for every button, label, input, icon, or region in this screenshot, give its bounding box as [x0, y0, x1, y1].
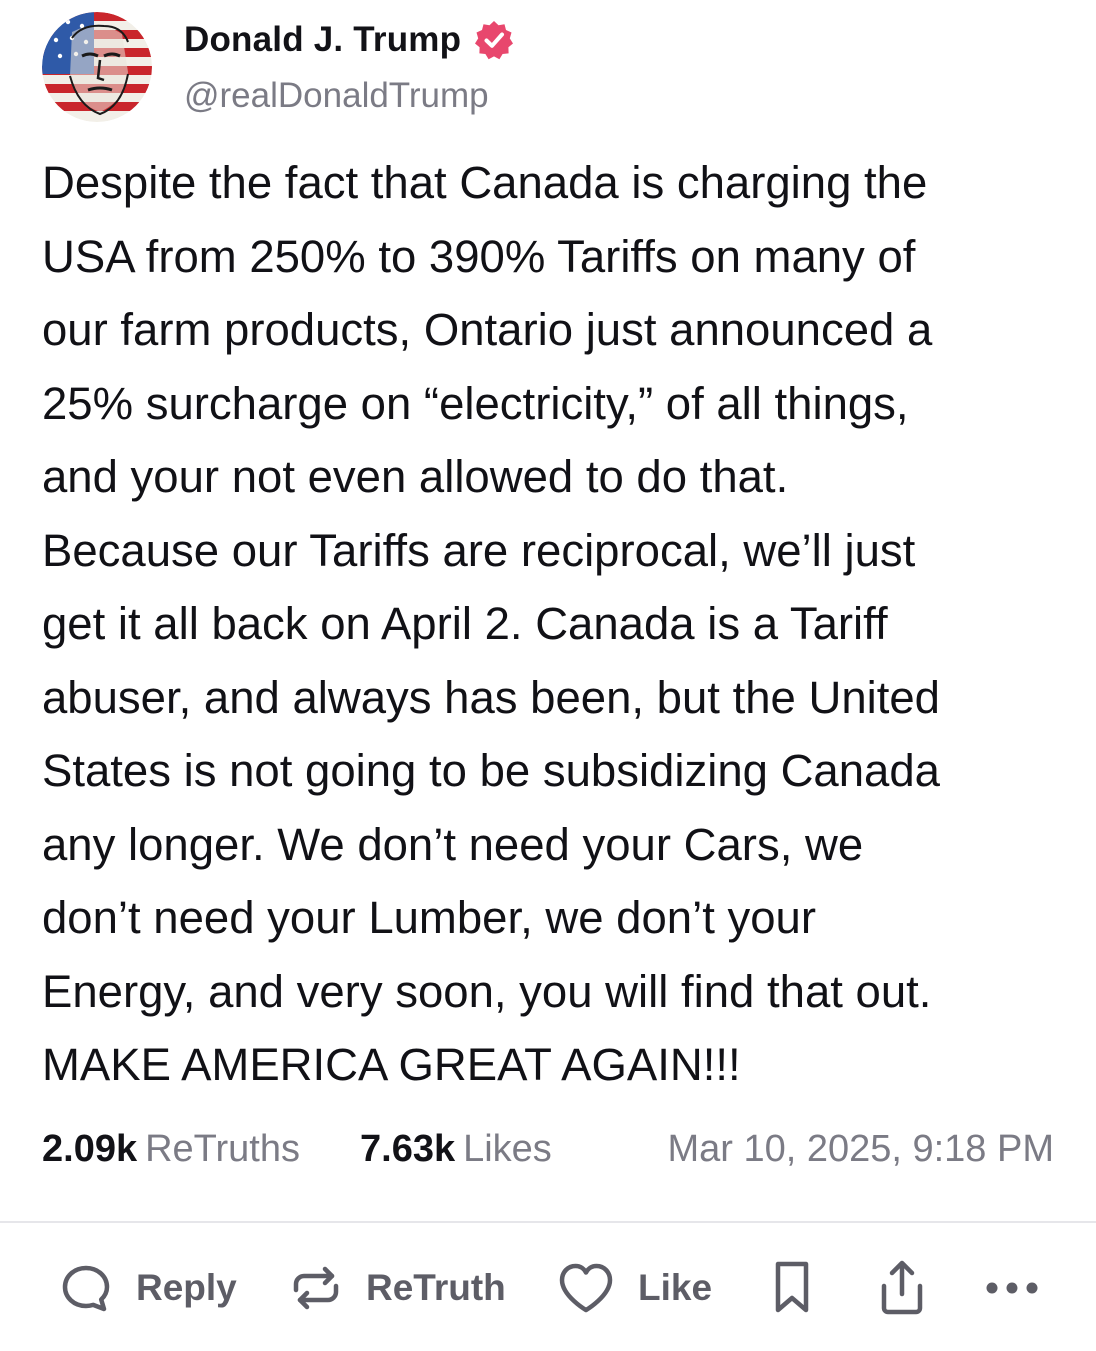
reply-label: Reply: [136, 1267, 237, 1308]
like-button[interactable]: Like: [556, 1250, 712, 1326]
retruths-count: 2.09k: [42, 1128, 138, 1170]
name-row: Donald J. Trump: [184, 18, 515, 62]
share-button[interactable]: [874, 1250, 930, 1326]
likes-label: Likes: [463, 1128, 552, 1170]
heart-icon: [556, 1260, 616, 1316]
reply-button[interactable]: Reply: [58, 1250, 237, 1326]
retruth-button[interactable]: ReTruth: [288, 1250, 506, 1326]
action-bar: Reply ReTruth Like: [0, 1250, 1096, 1326]
post-header: Donald J. Trump @realDonaldTrump: [42, 12, 1042, 122]
post-text: Despite the fact that Canada is charging…: [42, 157, 940, 1090]
retruths-label: ReTruths: [145, 1128, 300, 1170]
likes-stat[interactable]: 7.63k Likes: [360, 1128, 552, 1171]
reply-bubble-icon: [58, 1260, 114, 1316]
retruth-arrows-icon: [288, 1260, 344, 1316]
handle[interactable]: @realDonaldTrump: [184, 76, 489, 116]
likes-count: 7.63k: [360, 1128, 456, 1170]
divider: [0, 1221, 1096, 1223]
share-upload-icon: [874, 1258, 930, 1318]
avatar[interactable]: [42, 12, 152, 122]
bookmark-button[interactable]: [770, 1250, 814, 1326]
retruth-label: ReTruth: [366, 1267, 506, 1308]
post-timestamp: Mar 10, 2025, 9:18 PM: [667, 1128, 1054, 1170]
avatar-image: [42, 12, 152, 122]
display-name[interactable]: Donald J. Trump: [184, 20, 461, 60]
verified-badge-icon: [473, 19, 515, 61]
more-dots-icon: [984, 1278, 1040, 1298]
stats-row: 2.09k ReTruths 7.63k Likes Mar 10, 2025, 9…: [42, 1124, 1054, 1176]
like-label: Like: [638, 1267, 713, 1308]
bookmark-icon: [770, 1258, 814, 1318]
more-button[interactable]: [984, 1250, 1040, 1326]
retruths-stat[interactable]: 2.09k ReTruths: [42, 1128, 300, 1171]
